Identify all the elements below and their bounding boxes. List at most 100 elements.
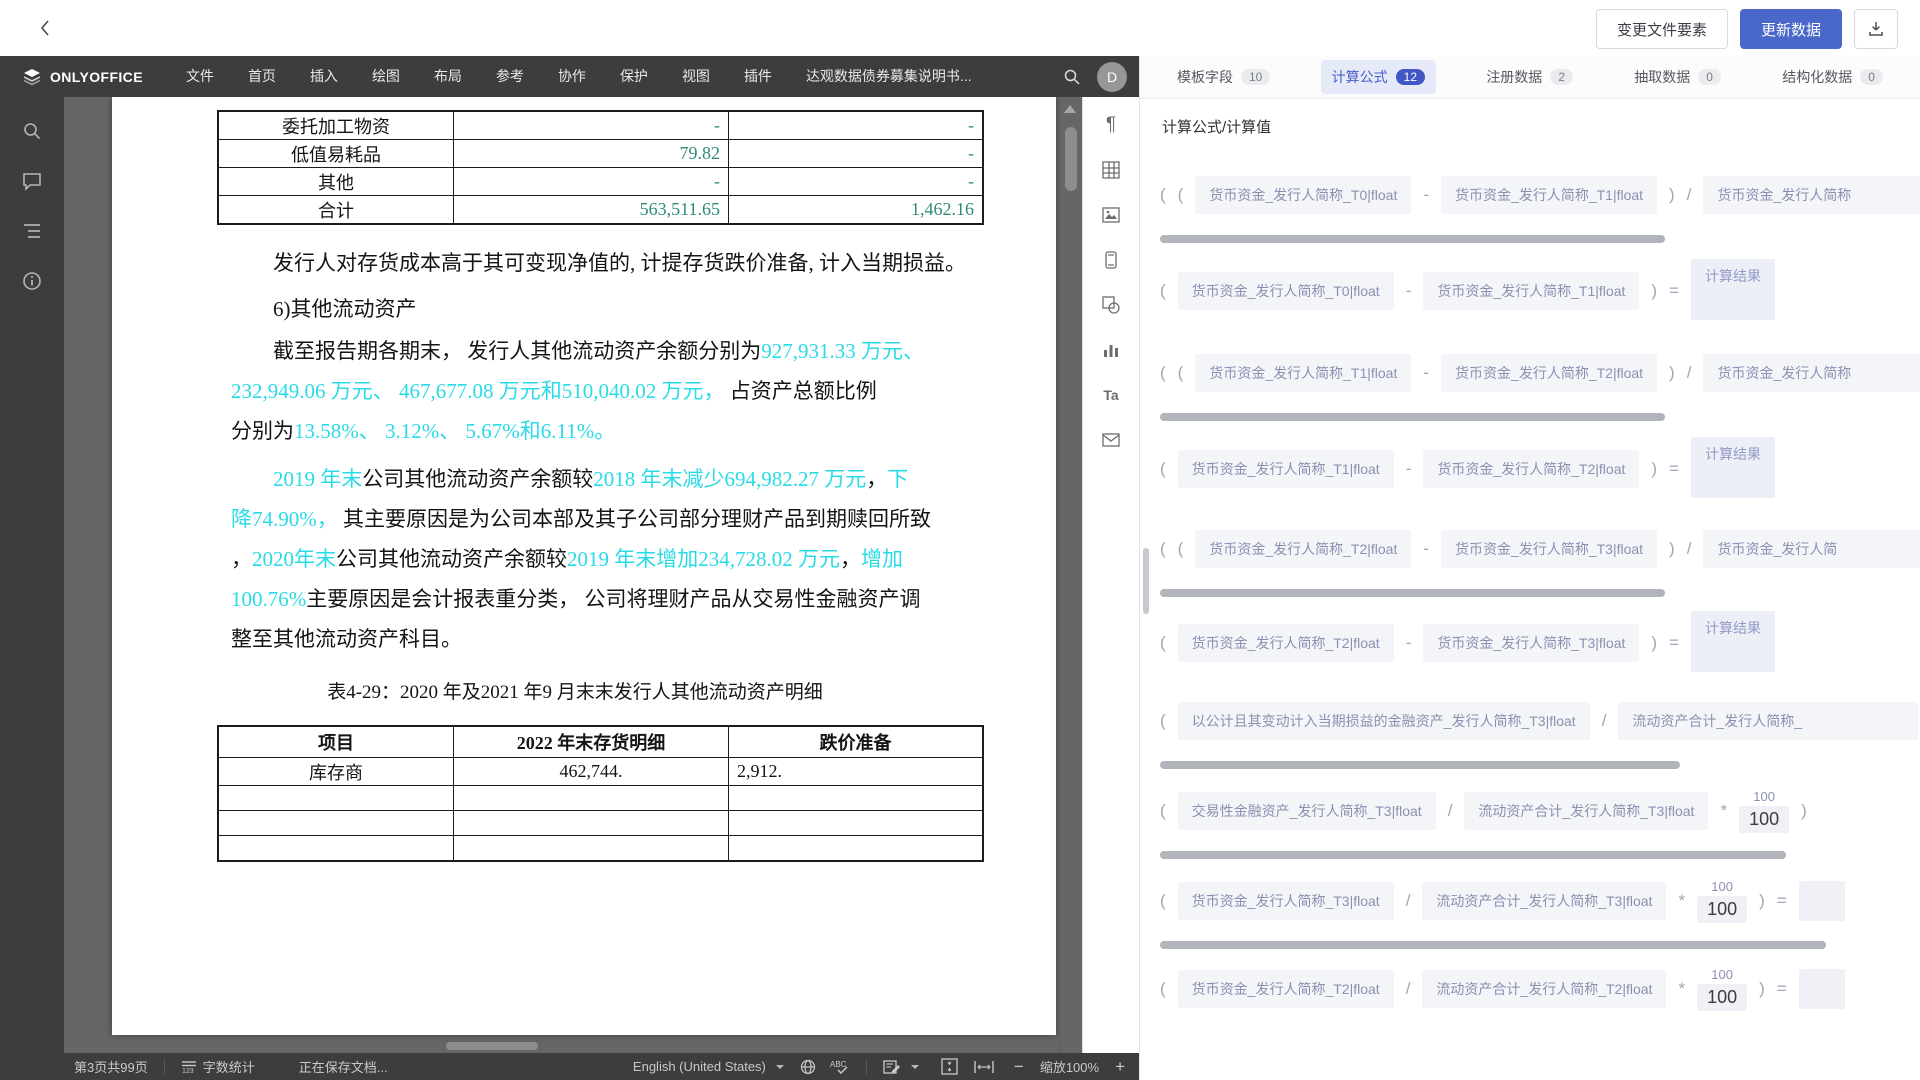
field-tag[interactable]: 流动资产合计_发行人简称_	[1618, 702, 1918, 740]
menu-item-6[interactable]: 参考	[479, 56, 541, 97]
formula-horizontal-scrollbar[interactable]	[1160, 235, 1665, 243]
row-value-cell[interactable]: -	[729, 140, 984, 168]
table-cell[interactable]	[454, 836, 729, 862]
table-cell[interactable]	[218, 786, 454, 811]
calc-result-box[interactable]: 计算结果	[1691, 437, 1775, 498]
language-selector[interactable]: English (United States)	[633, 1059, 784, 1074]
field-tag[interactable]: 货币资金_发行人简称_T3|float	[1441, 530, 1657, 568]
row-label-cell[interactable]: 合计	[218, 196, 454, 225]
update-data-button[interactable]: 更新数据	[1740, 9, 1842, 49]
row-value-cell[interactable]: -	[729, 111, 984, 140]
zoom-level[interactable]: 缩放100%	[1040, 1057, 1099, 1076]
field-tag[interactable]: 流动资产合计_发行人简称_T2|float	[1422, 970, 1666, 1008]
row-value-cell[interactable]: 1,462.16	[729, 196, 984, 225]
table-cell[interactable]	[454, 786, 729, 811]
formula-row[interactable]: ((货币资金_发行人简称_T0|float-货币资金_发行人简称_T1|floa…	[1160, 173, 1920, 217]
formula-row[interactable]: (交易性金融资产_发行人简称_T3|float/流动资产合计_发行人简称_T3|…	[1160, 789, 1920, 833]
formula-row[interactable]: (货币资金_发行人简称_T0|float-货币资金_发行人简称_T1|float…	[1160, 269, 1920, 313]
formula-horizontal-scrollbar[interactable]	[1160, 761, 1680, 769]
document-page[interactable]: 委托加工物资--低值易耗品79.82-其他--合计563,511.651,462…	[112, 97, 1056, 1035]
calc-result-box[interactable]: 计算结果	[1691, 611, 1775, 672]
table-cell[interactable]	[729, 836, 984, 862]
menu-item-5[interactable]: 布局	[417, 56, 479, 97]
document-language-button[interactable]	[800, 1059, 816, 1075]
menu-item-11[interactable]: 达观数据债券募集说明书...	[789, 56, 989, 97]
formula-horizontal-scrollbar[interactable]	[1160, 851, 1786, 859]
row-label-cell[interactable]: 委托加工物资	[218, 111, 454, 140]
shape-settings-icon[interactable]	[1099, 293, 1123, 317]
field-tag[interactable]: 货币资金_发行人简称_T0|float	[1195, 176, 1411, 214]
field-tag[interactable]: 货币资金_发行人简称	[1703, 176, 1920, 214]
menu-item-1[interactable]: 文件	[169, 56, 231, 97]
formula-row[interactable]: (以公计且其变动计入当期损益的金融资产_发行人简称_T3|float/流动资产合…	[1160, 699, 1920, 743]
row-label-cell[interactable]: 其他	[218, 168, 454, 196]
row-value-cell[interactable]: 563,511.65	[454, 196, 729, 225]
tab-抽取数据[interactable]: 抽取数据0	[1623, 60, 1732, 94]
table-cell[interactable]	[729, 811, 984, 836]
calc-result-box-clipped[interactable]	[1799, 881, 1845, 921]
table-cell[interactable]	[218, 836, 454, 862]
field-tag[interactable]: 货币资金_发行人简称_T0|float	[1178, 272, 1394, 310]
field-tag[interactable]: 货币资金_发行人简称_T1|float	[1441, 176, 1657, 214]
menu-item-4[interactable]: 绘图	[355, 56, 417, 97]
spellcheck-button[interactable]: ABC	[830, 1059, 850, 1075]
about-panel-icon[interactable]	[22, 271, 42, 291]
textart-settings-icon[interactable]: Ta	[1099, 383, 1123, 407]
menu-item-3[interactable]: 插入	[293, 56, 355, 97]
page-indicator[interactable]: 第3页共99页	[74, 1057, 148, 1076]
zoom-in-button[interactable]: +	[1115, 1057, 1125, 1077]
field-tag[interactable]: 货币资金_发行人简称	[1703, 354, 1920, 392]
row-value-cell[interactable]: 79.82	[454, 140, 729, 168]
table-cell[interactable]: 462,744.	[454, 758, 729, 786]
document-canvas[interactable]: 委托加工物资--低值易耗品79.82-其他--合计563,511.651,462…	[64, 97, 1059, 1053]
field-tag[interactable]: 货币资金_发行人简称_T3|float	[1423, 624, 1639, 662]
menu-item-7[interactable]: 协作	[541, 56, 603, 97]
formula-row[interactable]: ((货币资金_发行人简称_T1|float-货币资金_发行人简称_T2|floa…	[1160, 351, 1920, 395]
field-tag[interactable]: 货币资金_发行人简称_T2|float	[1178, 624, 1394, 662]
field-tag[interactable]: 货币资金_发行人简称_T3|float	[1178, 882, 1394, 920]
row-value-cell[interactable]: -	[454, 111, 729, 140]
menu-item-10[interactable]: 插件	[727, 56, 789, 97]
calc-result-box-clipped[interactable]	[1799, 969, 1845, 1009]
navigation-panel-icon[interactable]	[22, 221, 42, 241]
table-cell[interactable]: 库存商	[218, 758, 454, 786]
menu-item-8[interactable]: 保护	[603, 56, 665, 97]
table-settings-icon[interactable]	[1099, 158, 1123, 182]
field-tag[interactable]: 货币资金_发行人简称_T2|float	[1423, 450, 1639, 488]
formula-row[interactable]: (货币资金_发行人简称_T3|float/流动资产合计_发行人简称_T3|flo…	[1160, 879, 1920, 923]
change-file-elements-button[interactable]: 变更文件要素	[1596, 9, 1728, 49]
word-count-item[interactable]: 123 字数统计	[181, 1057, 255, 1076]
row-value-cell[interactable]: -	[454, 168, 729, 196]
chart-settings-icon[interactable]	[1099, 338, 1123, 362]
field-tag[interactable]: 货币资金_发行人简称_T1|float	[1195, 354, 1411, 392]
tab-结构化数据[interactable]: 结构化数据0	[1771, 60, 1894, 94]
field-tag[interactable]: 流动资产合计_发行人简称_T3|float	[1422, 882, 1666, 920]
tab-注册数据[interactable]: 注册数据2	[1475, 60, 1584, 94]
formula-row[interactable]: (货币资金_发行人简称_T2|float/流动资产合计_发行人简称_T2|flo…	[1160, 967, 1920, 1011]
field-tag[interactable]: 货币资金_发行人简称_T2|float	[1195, 530, 1411, 568]
table-cell[interactable]	[454, 811, 729, 836]
formula-horizontal-scrollbar[interactable]	[1160, 413, 1665, 421]
menu-item-9[interactable]: 视图	[665, 56, 727, 97]
search-icon[interactable]	[1063, 68, 1081, 86]
panel-scrollbar-thumb[interactable]	[1143, 548, 1149, 614]
vertical-scrollbar-thumb[interactable]	[1065, 127, 1077, 191]
formula-horizontal-scrollbar[interactable]	[1160, 941, 1826, 949]
row-value-cell[interactable]: -	[729, 168, 984, 196]
formula-horizontal-scrollbar[interactable]	[1160, 589, 1665, 597]
user-avatar[interactable]: D	[1097, 62, 1127, 92]
row-label-cell[interactable]: 低值易耗品	[218, 140, 454, 168]
comments-panel-icon[interactable]	[22, 171, 42, 191]
field-tag[interactable]: 货币资金_发行人简称_T1|float	[1178, 450, 1394, 488]
field-tag[interactable]: 流动资产合计_发行人简称_T3|float	[1464, 792, 1708, 830]
field-tag[interactable]: 交易性金融资产_发行人简称_T3|float	[1178, 792, 1436, 830]
horizontal-scrollbar-thumb[interactable]	[446, 1042, 538, 1050]
field-tag[interactable]: 以公计且其变动计入当期损益的金融资产_发行人简称_T3|float	[1178, 702, 1590, 740]
table-cell[interactable]	[729, 786, 984, 811]
back-button[interactable]	[34, 16, 58, 40]
fit-width-button[interactable]	[974, 1060, 994, 1074]
headerfooter-settings-icon[interactable]	[1099, 248, 1123, 272]
track-changes-button[interactable]	[883, 1059, 919, 1075]
download-button[interactable]	[1854, 9, 1898, 49]
field-tag[interactable]: 货币资金_发行人简称_T1|float	[1423, 272, 1639, 310]
